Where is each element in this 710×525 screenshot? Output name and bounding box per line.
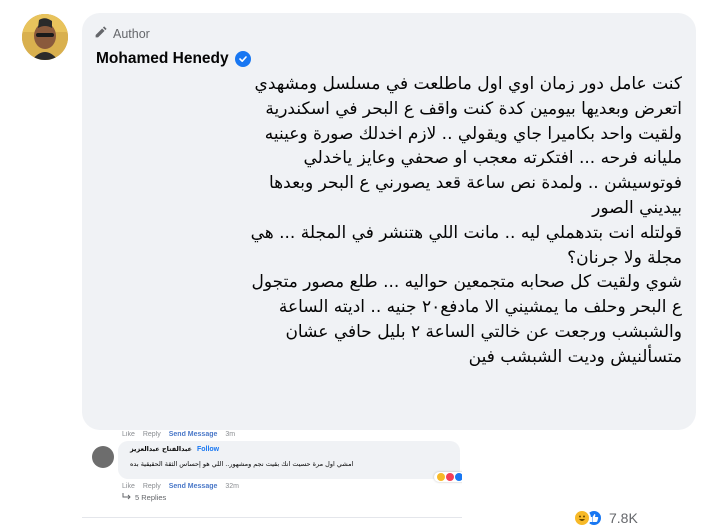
reply-link: Reply — [142, 431, 161, 438]
send-message-link: Send Message — [168, 431, 218, 438]
reaction-summary[interactable]: 7.8K — [573, 509, 638, 525]
comment-line: قولتله انت بتدهملي ليه .. مانت اللي هتنش… — [250, 222, 682, 243]
haha-reaction-icon — [437, 473, 445, 481]
embedded-reactions: 48 — [434, 472, 462, 482]
embedded-comment-text: امشي اول مرة حسيت انك بقيت نجم ومشهور.. … — [130, 460, 354, 468]
send-message-link: Send Message — [168, 483, 218, 490]
timestamp: 3m — [225, 431, 236, 438]
author-badge-label: Author — [113, 26, 150, 41]
embedded-name-row: عبدالفتاح عبدالعزيز Follow — [130, 445, 219, 453]
comment-line: فوتوسيشن .. ولمدة نص ساعة قعد يصورني ع ا… — [269, 173, 682, 194]
comment-line: شوي ولقيت كل صحابه متجمعين حواليه ... طل… — [251, 272, 682, 293]
haha-reaction-icon — [573, 509, 591, 525]
pencil-icon — [94, 24, 107, 43]
embedded-top-actions: Like Reply Send Message 3m — [122, 431, 235, 438]
author-badge-row: Author — [94, 24, 150, 43]
comment-line: ولقيت واحد بكاميرا جاي ويقولي .. لازم اخ… — [264, 123, 682, 144]
comment-line: مجلة ولا جرنان؟ — [567, 247, 682, 268]
like-link: Like — [122, 431, 135, 438]
embedded-author-name: عبدالفتاح عبدالعزيز — [130, 445, 192, 453]
verified-badge-icon — [234, 51, 251, 67]
embedded-avatar — [92, 446, 114, 468]
reply-link: Reply — [142, 483, 161, 490]
comment-text: كنت عامل دور زمان اوي اول ماطلعت في مسلس… — [92, 72, 682, 370]
author-name-row: Mohamed Henedy — [96, 50, 251, 68]
reply-arrow-icon — [122, 493, 131, 502]
like-link: Like — [122, 483, 135, 490]
replies-label: 5 Replies — [135, 493, 167, 502]
love-reaction-icon — [446, 473, 454, 481]
comment-line: ع البحر وحلف ما يمشيني الا مادفع٢٠ جنيه … — [278, 297, 682, 318]
like-reaction-icon — [455, 473, 462, 481]
follow-link: Follow — [196, 445, 220, 453]
comment-line: متسألنيش وديت الشبشب فين — [468, 346, 682, 367]
comment-line: مليانه فرحه ... افتكرته معجب او صحفي وعا… — [303, 148, 682, 169]
view-replies: 5 Replies — [122, 493, 166, 502]
reaction-count[interactable]: 7.8K — [609, 510, 638, 525]
author-avatar[interactable] — [22, 14, 68, 60]
comment-line: اتعرض وبعديها بيومين كدة كنت واقف ع البح… — [265, 98, 682, 119]
comment-line: كنت عامل دور زمان اوي اول ماطلعت في مسلس… — [254, 74, 682, 94]
embedded-comment-screenshot: Like Reply Send Message 3m عبدالفتاح عبد… — [82, 431, 462, 525]
timestamp: 32m — [225, 483, 240, 490]
comment-line: والشبشب ورجعت عن خالتي الساعة ٢ بليل حاف… — [285, 321, 682, 342]
divider — [82, 517, 462, 518]
author-name[interactable]: Mohamed Henedy — [96, 50, 229, 68]
embedded-actions: Like Reply Send Message 32m — [122, 483, 239, 490]
comment-line: بيديني الصور — [592, 197, 682, 218]
